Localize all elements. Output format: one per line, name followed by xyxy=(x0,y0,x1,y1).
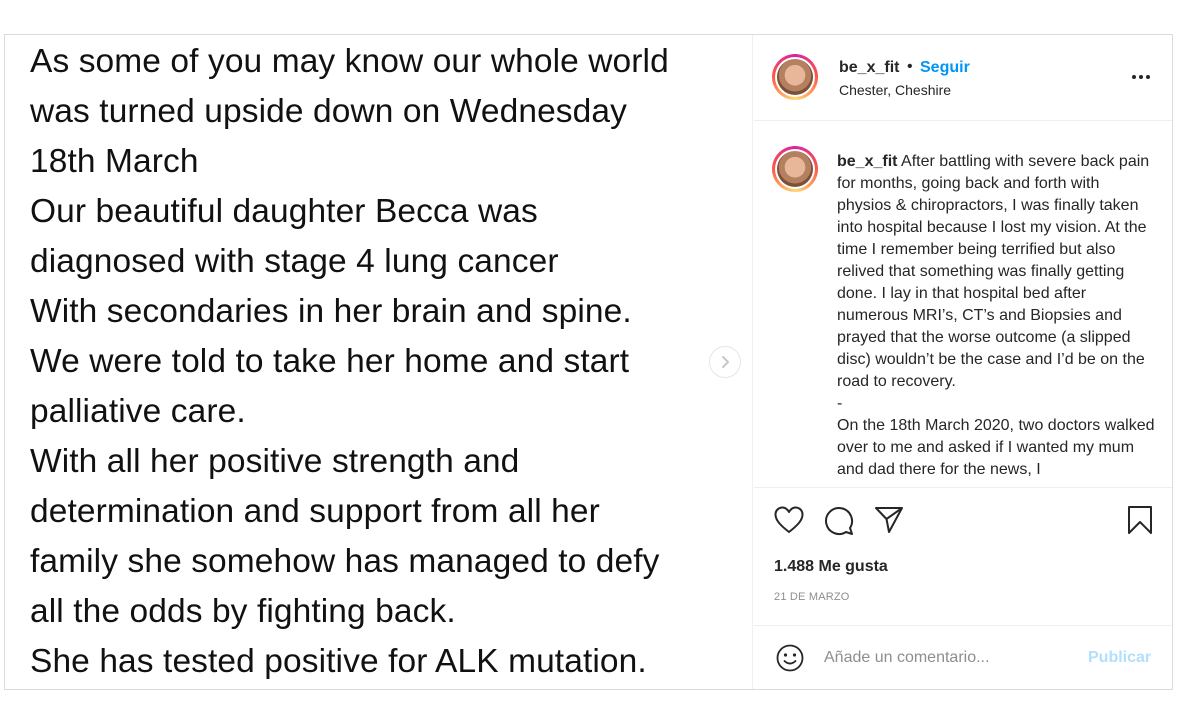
paper-plane-icon xyxy=(875,507,903,533)
comments-section[interactable]: be_x_fit After battling with severe back… xyxy=(754,122,1172,486)
media-text-line: With secondaries in her brain and spine. xyxy=(30,293,632,330)
comment-input[interactable] xyxy=(824,646,1074,670)
media-text-line: determination and support from all her xyxy=(30,493,600,530)
instagram-post: As some of you may know our whole world … xyxy=(4,34,1173,690)
media-text: As some of you may know our whole world … xyxy=(30,37,745,687)
like-button[interactable] xyxy=(774,506,804,539)
post-sidebar: be_x_fit • Seguir Chester, Cheshire be_x… xyxy=(754,35,1172,689)
media-text-line: diagnosed with stage 4 lung cancer xyxy=(30,243,559,280)
comment-form: Publicar xyxy=(754,625,1172,689)
separator-dot: • xyxy=(907,58,913,75)
comment-icon xyxy=(825,507,853,535)
media-text-line: She has tested positive for ALK mutation… xyxy=(30,643,647,680)
media-text-line: With all her positive strength and xyxy=(30,443,520,480)
media-text-line: 18th March xyxy=(30,143,199,180)
comment-button[interactable] xyxy=(824,506,854,541)
post-header: be_x_fit • Seguir Chester, Cheshire xyxy=(754,35,1172,121)
author-username[interactable]: be_x_fit xyxy=(839,59,899,77)
media-text-line: As some of you may know our whole world xyxy=(30,43,669,80)
heart-icon xyxy=(774,506,804,533)
publish-button[interactable]: Publicar xyxy=(1088,649,1151,667)
media-text-line: all the odds by fighting back. xyxy=(30,593,456,630)
avatar[interactable] xyxy=(772,146,818,192)
caption-text: - xyxy=(837,395,843,412)
post-actions: 1.488 Me gusta 21 DE MARZO xyxy=(754,487,1172,625)
save-button[interactable] xyxy=(1127,505,1153,540)
more-options-icon[interactable] xyxy=(1126,65,1156,89)
post-date[interactable]: 21 DE MARZO xyxy=(774,591,850,603)
caption-username[interactable]: be_x_fit xyxy=(837,153,897,170)
emoji-button[interactable] xyxy=(776,644,804,677)
bookmark-icon xyxy=(1128,506,1152,534)
media-text-line: Our beautiful daughter Becca was xyxy=(30,193,538,230)
post-media[interactable]: As some of you may know our whole world … xyxy=(5,35,753,689)
media-text-line: was turned upside down on Wednesday xyxy=(30,93,627,130)
location-link[interactable]: Chester, Cheshire xyxy=(839,82,951,98)
smiley-icon xyxy=(776,644,804,672)
chevron-right-icon xyxy=(722,356,729,368)
like-count[interactable]: 1.488 Me gusta xyxy=(774,558,888,576)
caption-text: After battling with severe back pain for… xyxy=(837,153,1150,390)
avatar[interactable] xyxy=(772,54,818,100)
share-button[interactable] xyxy=(874,506,904,539)
post-caption: be_x_fit After battling with severe back… xyxy=(837,151,1155,481)
next-slide-button[interactable] xyxy=(709,346,741,378)
caption-text: On the 18th March 2020, two doctors walk… xyxy=(837,417,1155,478)
media-text-line: family she somehow has managed to defy xyxy=(30,543,660,580)
follow-button[interactable]: Seguir xyxy=(920,59,970,77)
media-text-line: We were told to take her home and start xyxy=(30,343,630,380)
media-text-line: palliative care. xyxy=(30,393,246,430)
